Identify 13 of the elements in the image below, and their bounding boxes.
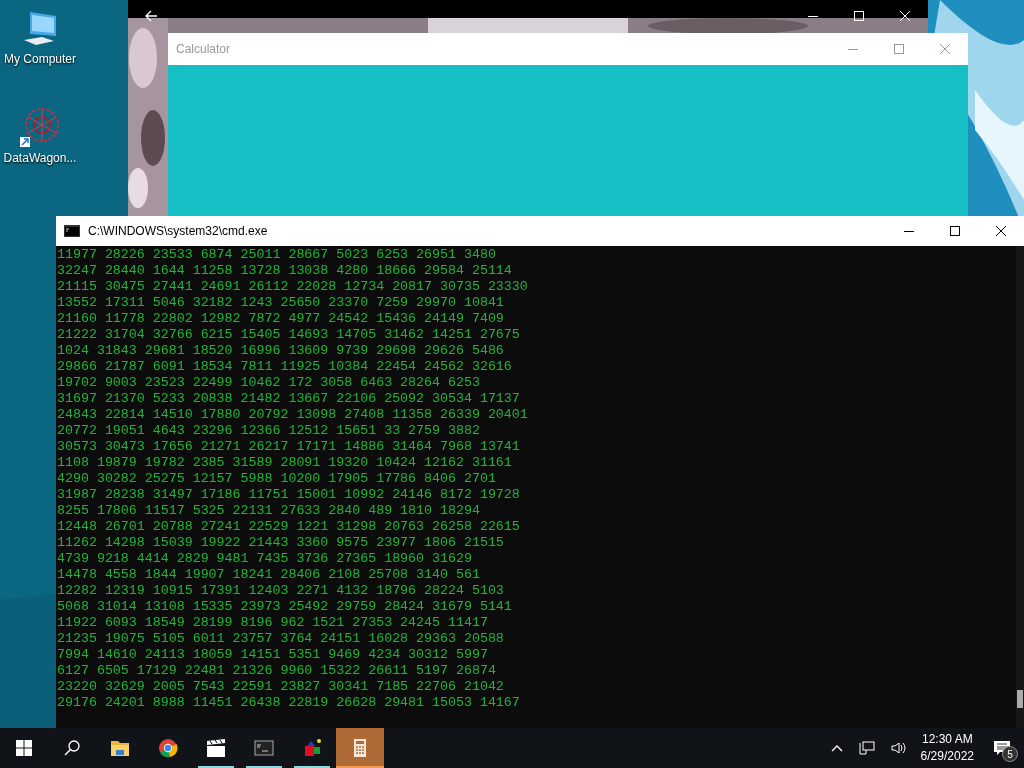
browser-icon bbox=[158, 738, 178, 758]
search-icon bbox=[64, 740, 80, 756]
notification-button[interactable]: 5 bbox=[980, 728, 1024, 768]
chevron-up-icon[interactable] bbox=[830, 744, 843, 752]
notification-count: 5 bbox=[1002, 746, 1018, 762]
network-icon[interactable] bbox=[858, 741, 875, 755]
console-icon bbox=[254, 738, 274, 758]
folder-icon bbox=[110, 738, 130, 758]
shapes-icon bbox=[302, 738, 322, 758]
windows-icon bbox=[16, 740, 32, 756]
speaker-icon[interactable] bbox=[890, 741, 907, 755]
clapperboard-icon bbox=[206, 738, 226, 758]
clock[interactable]: 12:30 AM 6/29/2022 bbox=[914, 728, 980, 768]
